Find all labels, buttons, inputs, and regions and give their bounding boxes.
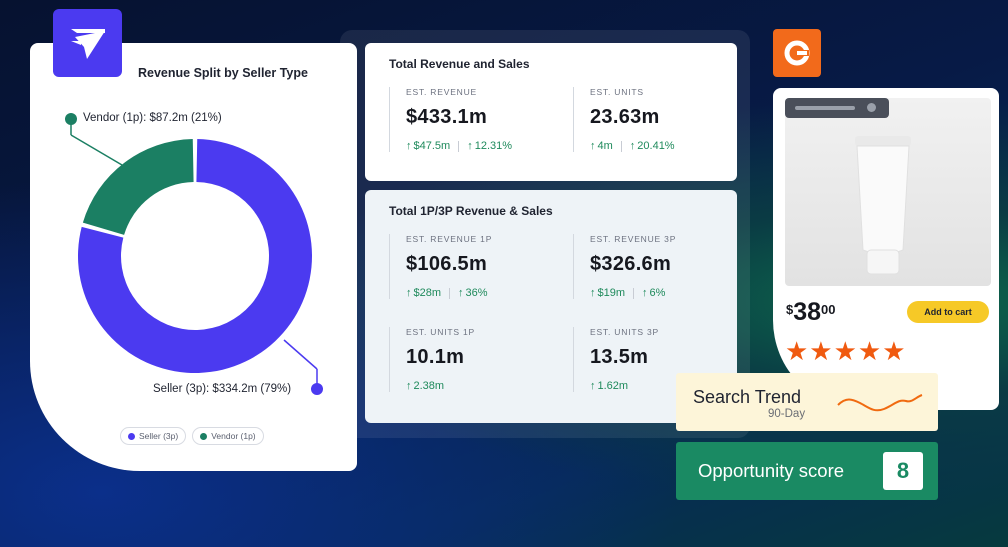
- product-card[interactable]: $3800 Add to cart ★★★★★: [773, 88, 999, 410]
- donut-legend: Seller (3p) Vendor (1p): [120, 427, 264, 445]
- change-pct: 36%: [465, 287, 488, 299]
- metric-est-units: EST. UNITS 23.63m ↑ 4m ↑ 20.41%: [573, 87, 675, 152]
- arrow-up-icon: ↑: [642, 287, 648, 299]
- browser-bar: [785, 98, 889, 118]
- arrow-up-icon: ↑: [406, 380, 412, 392]
- opportunity-label: Opportunity score: [698, 460, 845, 481]
- trend-title: Search Trend: [693, 387, 802, 407]
- arrow-up-icon: ↑: [458, 287, 464, 299]
- change-pct: 20.41%: [637, 140, 675, 152]
- vendor-leader-line-diagonal: [70, 134, 123, 166]
- arrow-up-icon: ↑: [467, 140, 473, 152]
- donut-slice-vendor[interactable]: [82, 139, 194, 235]
- price-cents: 00: [821, 302, 836, 317]
- seller-marker: [311, 383, 323, 395]
- price-main: 38: [793, 298, 822, 326]
- star-rating: ★★★★★: [785, 336, 907, 366]
- orange-brand-logo[interactable]: [773, 29, 821, 77]
- metric-label: EST. UNITS 1P: [406, 327, 475, 337]
- price-currency: $: [786, 302, 794, 317]
- opportunity-score-card[interactable]: Opportunity score 8: [676, 442, 938, 500]
- browser-dot-icon: [867, 103, 876, 112]
- change-abs: 4m: [597, 140, 613, 152]
- vendor-marker: [65, 113, 77, 125]
- metric-label: EST. UNITS: [590, 87, 644, 97]
- metric-change: ↑ 2.38m: [406, 380, 475, 392]
- vendor-label: Vendor (1p): $87.2m (21%): [83, 112, 222, 124]
- legend-vendor[interactable]: Vendor (1p): [192, 427, 264, 445]
- seller-label: Seller (3p): $334.2m (79%): [153, 383, 292, 395]
- metric-est-revenue: EST. REVENUE $433.1m ↑ $47.5m ↑ 12.31%: [389, 87, 512, 152]
- divider: [620, 140, 622, 152]
- change-pct: 6%: [649, 287, 666, 299]
- change-abs: 1.62m: [597, 380, 629, 392]
- metric-label: EST. REVENUE 1P: [406, 234, 493, 244]
- revenue-split-card: Revenue Split by Seller Type Vendor (1p)…: [30, 43, 357, 471]
- legend-seller[interactable]: Seller (3p): [120, 427, 187, 445]
- metric-change: ↑ $28m ↑ 36%: [406, 287, 492, 299]
- donut-chart: [65, 113, 323, 395]
- paper-plane-icon: [70, 29, 105, 59]
- arrow-up-icon: ↑: [590, 140, 596, 152]
- metric-label: EST. REVENUE: [406, 87, 478, 97]
- product-price: $3800: [786, 298, 836, 327]
- metric-value: 23.63m: [590, 106, 660, 128]
- metric-value: $326.6m: [590, 253, 672, 275]
- arrow-up-icon: ↑: [406, 287, 412, 299]
- change-pct: 12.31%: [474, 140, 513, 152]
- metric-revenue-1p: EST. REVENUE 1P $106.5m ↑ $28m ↑ 36%: [389, 234, 492, 299]
- brand-logo[interactable]: [53, 9, 122, 77]
- change-abs: 2.38m: [413, 380, 445, 392]
- search-trend-card[interactable]: Search Trend 90-Day: [676, 373, 938, 431]
- split-card-title: Total 1P/3P Revenue & Sales: [389, 204, 553, 218]
- trend-subtitle: 90-Day: [768, 408, 806, 420]
- divider: [449, 287, 451, 299]
- lotion-tube-icon: [855, 136, 911, 275]
- metric-value: 10.1m: [406, 346, 465, 368]
- arrow-up-icon: ↑: [629, 140, 636, 152]
- change-abs: $47.5m: [413, 140, 451, 152]
- divider: [633, 287, 635, 299]
- total-card-title: Total Revenue and Sales: [389, 57, 530, 71]
- trend-sparkline: [837, 394, 923, 412]
- legend-vendor-label: Vendor (1p): [211, 431, 256, 441]
- metric-units-3p: EST. UNITS 3P 13.5m ↑ 1.62m: [573, 327, 659, 392]
- metric-value: $433.1m: [406, 106, 488, 128]
- total-revenue-card: Total Revenue and Sales EST. REVENUE $43…: [365, 43, 737, 181]
- change-abs: $28m: [413, 287, 442, 299]
- opportunity-score-value: 8: [883, 452, 923, 490]
- add-to-cart-button[interactable]: Add to cart: [907, 301, 989, 323]
- url-line: [795, 106, 855, 110]
- divider: [458, 140, 460, 152]
- change-abs: $19m: [597, 287, 626, 299]
- metric-units-1p: EST. UNITS 1P 10.1m ↑ 2.38m: [389, 327, 475, 392]
- metric-value: 13.5m: [590, 346, 649, 368]
- arrow-up-icon: ↑: [406, 140, 412, 152]
- vendor-dot-icon: [200, 432, 208, 440]
- arrow-up-icon: ↑: [590, 287, 596, 299]
- product-image[interactable]: [785, 98, 991, 286]
- metric-revenue-3p: EST. REVENUE 3P $326.6m ↑ $19m ↑ 6%: [573, 234, 676, 299]
- metric-change: ↑ 1.62m: [590, 380, 659, 392]
- metric-change: ↑ 4m ↑ 20.41%: [590, 140, 675, 152]
- metric-change: ↑ $47.5m ↑ 12.31%: [406, 140, 512, 152]
- seller-leader-line: [283, 339, 318, 370]
- legend-seller-label: Seller (3p): [139, 431, 179, 441]
- orange-c-logo-icon: [784, 40, 810, 66]
- arrow-up-icon: ↑: [590, 380, 596, 392]
- metric-label: EST. UNITS 3P: [590, 327, 659, 337]
- metric-change: ↑ $19m ↑ 6%: [590, 287, 676, 299]
- seller-dot-icon: [128, 432, 135, 440]
- metric-label: EST. REVENUE 3P: [590, 234, 677, 244]
- metric-value: $106.5m: [406, 253, 488, 275]
